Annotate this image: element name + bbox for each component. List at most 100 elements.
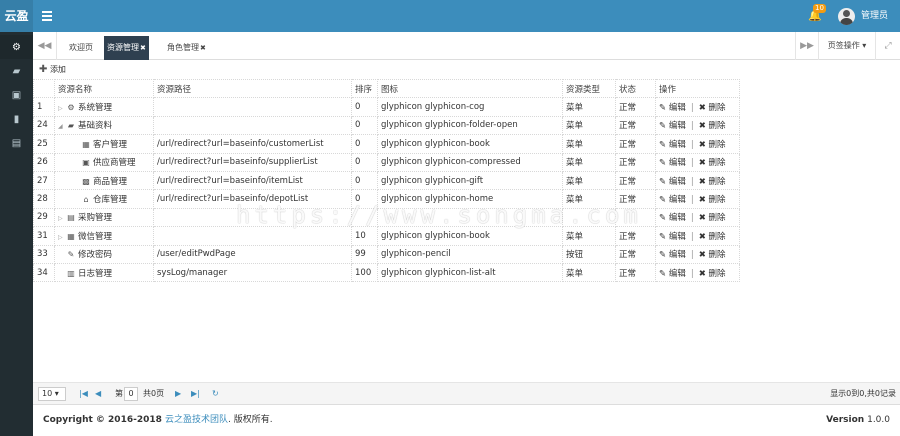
col-icon[interactable]: 图标 — [377, 78, 563, 99]
gear-icon[interactable]: ⚙ — [0, 35, 33, 59]
row-id: 31 — [33, 226, 55, 246]
table-row[interactable]: 25 ▦ 客户管理/url/redirect?url=baseinfo/custom… — [33, 134, 740, 154]
edit-label: 编辑 — [668, 139, 686, 150]
col-state[interactable]: 状态 — [615, 78, 656, 99]
row-name-cell[interactable]: ▷ ▤ 采购管理 — [54, 207, 154, 228]
book-icon[interactable]: ▮ — [0, 107, 33, 131]
edit-button[interactable]: ✎ 编辑 — [659, 140, 686, 150]
tab-role-management[interactable]: 角色管理✖ — [164, 36, 209, 60]
page-number-input[interactable]: 0 — [124, 387, 138, 401]
table-row[interactable]: 33 ✎ 修改密码/user/editPwdPage 99 glyphicon-penc… — [33, 244, 740, 264]
expander-icon[interactable]: ▷ — [58, 215, 66, 222]
divider: | — [690, 158, 694, 169]
delete-button[interactable]: ✖ 删除 — [699, 195, 726, 205]
page-ops-dropdown[interactable]: 页签操作 ▾ — [819, 32, 876, 60]
add-button[interactable]: ✚ 添加 — [39, 64, 66, 75]
tab-resource-management[interactable]: 资源管理✖ — [104, 36, 149, 60]
edit-button[interactable]: ✎ 编辑 — [659, 232, 686, 242]
row-state: 正常 — [615, 152, 656, 172]
user-name[interactable]: 管理员 — [861, 0, 888, 32]
row-id: 33 — [33, 244, 55, 264]
team-link[interactable]: 云之盈技术团队 — [165, 415, 228, 425]
briefcase-icon[interactable]: ▣ — [0, 83, 33, 107]
row-icon-class: glyphicon glyphicon-compressed — [377, 152, 563, 172]
avatar[interactable] — [838, 8, 855, 25]
refresh-icon[interactable]: ↻ — [212, 387, 219, 401]
edit-label: 编辑 — [668, 103, 686, 114]
row-name: 日志管理 — [78, 268, 113, 279]
row-icon-class: glyphicon glyphicon-book — [377, 226, 563, 246]
edit-button[interactable]: ✎ 编辑 — [659, 177, 686, 187]
tab-nav-next-button[interactable]: ▶▶ — [795, 32, 819, 60]
close-icon[interactable]: ✖ — [140, 44, 146, 52]
row-name-cell[interactable]: ▩ 商品管理 — [54, 170, 154, 191]
row-sort: 0 — [351, 97, 378, 117]
row-name-cell[interactable]: ⌂ 仓库管理 — [54, 189, 154, 209]
edit-button[interactable]: ✎ 编辑 — [659, 195, 686, 205]
col-name[interactable]: 资源名称 — [54, 78, 154, 99]
row-path: /url/redirect?url=baseinfo/supplierList — [153, 152, 352, 172]
delete-button[interactable]: ✖ 删除 — [699, 250, 726, 260]
row-path — [153, 97, 352, 117]
close-icon[interactable]: ✖ — [200, 44, 206, 52]
delete-button[interactable]: ✖ 删除 — [699, 158, 726, 168]
page-size-select[interactable]: 10 ▾ — [38, 387, 66, 401]
tab-label: 资源管理 — [107, 43, 139, 52]
first-page-icon[interactable]: |◀ — [79, 387, 88, 401]
col-path[interactable]: 资源路径 — [153, 78, 352, 99]
last-page-icon[interactable]: ▶| — [191, 387, 200, 401]
next-page-icon[interactable]: ▶ — [175, 387, 181, 401]
table-row[interactable]: 34 ▥ 日志管理 sysLog/manager 100 glyphicon glyphi… — [33, 262, 740, 283]
row-name-cell[interactable]: ▷ ▦ 微信管理 — [54, 226, 154, 246]
delete-button[interactable]: ✖ 删除 — [699, 103, 726, 113]
row-path — [153, 226, 352, 246]
toolbar: ✚ 添加 — [33, 60, 900, 78]
col-sort[interactable]: 排序 — [351, 78, 378, 99]
tab-welcome[interactable]: 欢迎页 — [66, 36, 96, 60]
row-name-cell[interactable]: ▣ 供应商管理 — [54, 152, 154, 172]
divider: | — [690, 231, 694, 242]
table-row[interactable]: 24 ◢ ▰ 基础资料 0 glyphicon glyphicon-folder-open… — [33, 115, 740, 136]
fullscreen-icon[interactable]: ⤢ — [876, 32, 900, 60]
brand-logo[interactable]: 云盈 — [0, 0, 33, 32]
table-row[interactable]: 31 ▷ ▦ 微信管理 10 glyphicon glyphicon-book 菜单 正常 ✎ … — [33, 226, 740, 246]
folder-open-icon[interactable]: ▰ — [0, 59, 33, 83]
edit-button[interactable]: ✎ 编辑 — [659, 121, 686, 131]
row-name-cell[interactable]: ▦ 客户管理 — [54, 134, 154, 154]
pencil-icon: ✎ — [659, 231, 667, 242]
edit-button[interactable]: ✎ 编辑 — [659, 250, 686, 260]
tab-nav-prev-button[interactable]: ◀◀ — [33, 32, 57, 60]
delete-button[interactable]: ✖ 删除 — [699, 213, 726, 223]
cog-icon: ⚙ — [67, 103, 75, 113]
remove-icon: ✖ — [698, 139, 706, 150]
delete-button[interactable]: ✖ 删除 — [699, 232, 726, 242]
row-name-cell[interactable]: ▥ 日志管理 — [54, 262, 154, 283]
delete-button[interactable]: ✖ 删除 — [699, 121, 726, 131]
table-row[interactable]: 27 ▩ 商品管理/url/redirect?url=baseinfo/itemLi… — [33, 170, 740, 191]
row-name-cell[interactable]: ✎ 修改密码 — [54, 244, 154, 264]
row-name-cell[interactable]: ◢ ▰ 基础资料 — [54, 115, 154, 136]
row-name-cell[interactable]: ▷ ⚙ 系统管理 — [54, 97, 154, 117]
expander-icon[interactable]: ▷ — [58, 105, 66, 112]
delete-button[interactable]: ✖ 删除 — [699, 269, 726, 279]
col-type[interactable]: 资源类型 — [562, 78, 616, 99]
edit-button[interactable]: ✎ 编辑 — [659, 158, 686, 168]
row-sort: 99 — [351, 244, 378, 264]
delete-button[interactable]: ✖ 删除 — [699, 140, 726, 150]
book-icon: ▦ — [82, 139, 90, 149]
expander-icon[interactable]: ▷ — [58, 234, 66, 241]
table-row[interactable]: 26 ▣ 供应商管理/url/redirect?url=baseinfo/suppl… — [33, 152, 740, 172]
prev-page-icon[interactable]: ◀ — [95, 387, 101, 401]
edit-button[interactable]: ✎ 编辑 — [659, 213, 686, 223]
edit-button[interactable]: ✎ 编辑 — [659, 269, 686, 279]
edit-label: 编辑 — [668, 195, 686, 206]
edit-button[interactable]: ✎ 编辑 — [659, 103, 686, 113]
list-alt-icon[interactable]: ▤ — [0, 131, 33, 155]
pencil-icon: ✎ — [659, 103, 667, 114]
table-row[interactable]: 1 ▷ ⚙ 系统管理 0 glyphicon glyphicon-cog 菜单 正常 ✎ 编辑 |… — [33, 97, 740, 117]
menu-toggle-icon[interactable] — [42, 9, 52, 23]
row-name: 供应商管理 — [93, 158, 136, 169]
expander-icon[interactable]: ◢ — [58, 123, 66, 130]
delete-button[interactable]: ✖ 删除 — [699, 177, 726, 187]
row-icon-class: glyphicon glyphicon-cog — [377, 97, 563, 117]
